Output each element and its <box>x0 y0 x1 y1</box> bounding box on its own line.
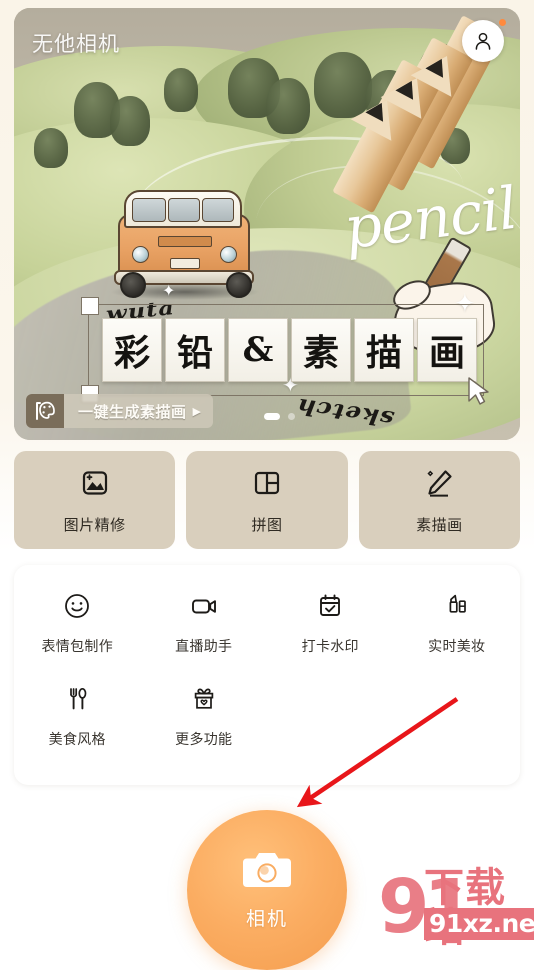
generate-sketch-cta[interactable]: 一键生成素描画 ▶ <box>26 394 214 428</box>
title-tile: 画 <box>417 318 477 382</box>
card-sketch[interactable]: 素描画 <box>358 451 520 549</box>
title-tile: 铅 <box>165 318 225 382</box>
palette-icon <box>26 394 64 428</box>
card-label: 素描画 <box>416 515 463 534</box>
van-illustration <box>110 184 260 300</box>
tool-food-style[interactable]: 美食风格 <box>14 672 141 749</box>
title-tile: 素 <box>291 318 351 382</box>
user-icon <box>475 32 491 50</box>
tool-more-features[interactable]: 更多功能 <box>141 672 268 749</box>
banner-pager[interactable] <box>264 413 295 420</box>
image-enhance-icon <box>78 466 112 505</box>
camera-button-label: 相机 <box>245 908 288 930</box>
card-label: 图片精修 <box>63 515 126 534</box>
lipstick-icon <box>442 591 472 626</box>
tool-live-makeup[interactable]: 实时美妆 <box>394 579 521 656</box>
selection-handle[interactable] <box>81 297 99 315</box>
tree-cluster <box>110 96 150 146</box>
tool-label: 更多功能 <box>175 732 233 748</box>
promo-banner[interactable]: pencil wuta sketch ✦ ✦ ✦ 彩 铅 & 素 描 画 一键生… <box>14 8 520 440</box>
gift-box-icon <box>189 684 219 719</box>
tool-label: 直播助手 <box>175 639 233 655</box>
watermark: 91 下载站 91xz.net <box>378 854 534 948</box>
title-tile: 彩 <box>102 318 162 382</box>
app-title: 无他相机 <box>32 32 120 56</box>
pencil-sketch-icon <box>422 466 456 505</box>
card-collage[interactable]: 拼图 <box>186 451 348 549</box>
tool-label: 实时美妆 <box>428 639 486 655</box>
avatar-notification-badge <box>499 19 506 26</box>
card-image-enhance[interactable]: 图片精修 <box>14 451 176 549</box>
title-tile: & <box>228 318 288 382</box>
smiley-face-icon <box>62 591 92 626</box>
avatar[interactable] <box>462 20 504 62</box>
cta-text-wrap: 一键生成素描画 ▶ <box>64 401 213 422</box>
sparkle-icon: ✦ <box>162 283 176 300</box>
banner-title-tiles: 彩 铅 & 素 描 画 <box>102 318 477 382</box>
calendar-check-icon <box>315 591 345 626</box>
tree-cluster <box>266 78 310 134</box>
card-label: 拼图 <box>251 515 283 534</box>
tool-label: 打卡水印 <box>301 639 359 655</box>
tool-label: 表情包制作 <box>41 639 113 655</box>
app-root: pencil wuta sketch ✦ ✦ ✦ 彩 铅 & 素 描 画 一键生… <box>0 0 534 970</box>
watermark-url: 91xz.net <box>424 908 534 940</box>
tools-panel: 表情包制作 直播助手 打卡水印 实时美妆 美食风格 更多功能 <box>14 565 520 785</box>
tools-grid: 表情包制作 直播助手 打卡水印 实时美妆 美食风格 更多功能 <box>14 579 520 749</box>
tool-label: 美食风格 <box>48 732 106 748</box>
collage-grid-icon <box>250 466 284 505</box>
fork-spoon-icon <box>62 684 92 719</box>
camera-button[interactable]: 相机 <box>187 810 347 970</box>
tree-cluster <box>164 68 198 112</box>
tool-live-assistant[interactable]: 直播助手 <box>141 579 268 656</box>
tree-cluster <box>34 128 68 168</box>
camera-icon <box>240 849 294 898</box>
feature-cards: 图片精修 拼图 素描画 <box>14 451 520 549</box>
pager-dot-active[interactable] <box>264 413 280 420</box>
caret-right-icon: ▶ <box>192 404 202 418</box>
tool-sticker-maker[interactable]: 表情包制作 <box>14 579 141 656</box>
cta-label: 一键生成素描画 <box>78 402 187 421</box>
video-camera-icon <box>189 591 219 626</box>
pager-dot[interactable] <box>288 413 295 420</box>
tool-checkin-watermark[interactable]: 打卡水印 <box>267 579 394 656</box>
title-tile: 描 <box>354 318 414 382</box>
